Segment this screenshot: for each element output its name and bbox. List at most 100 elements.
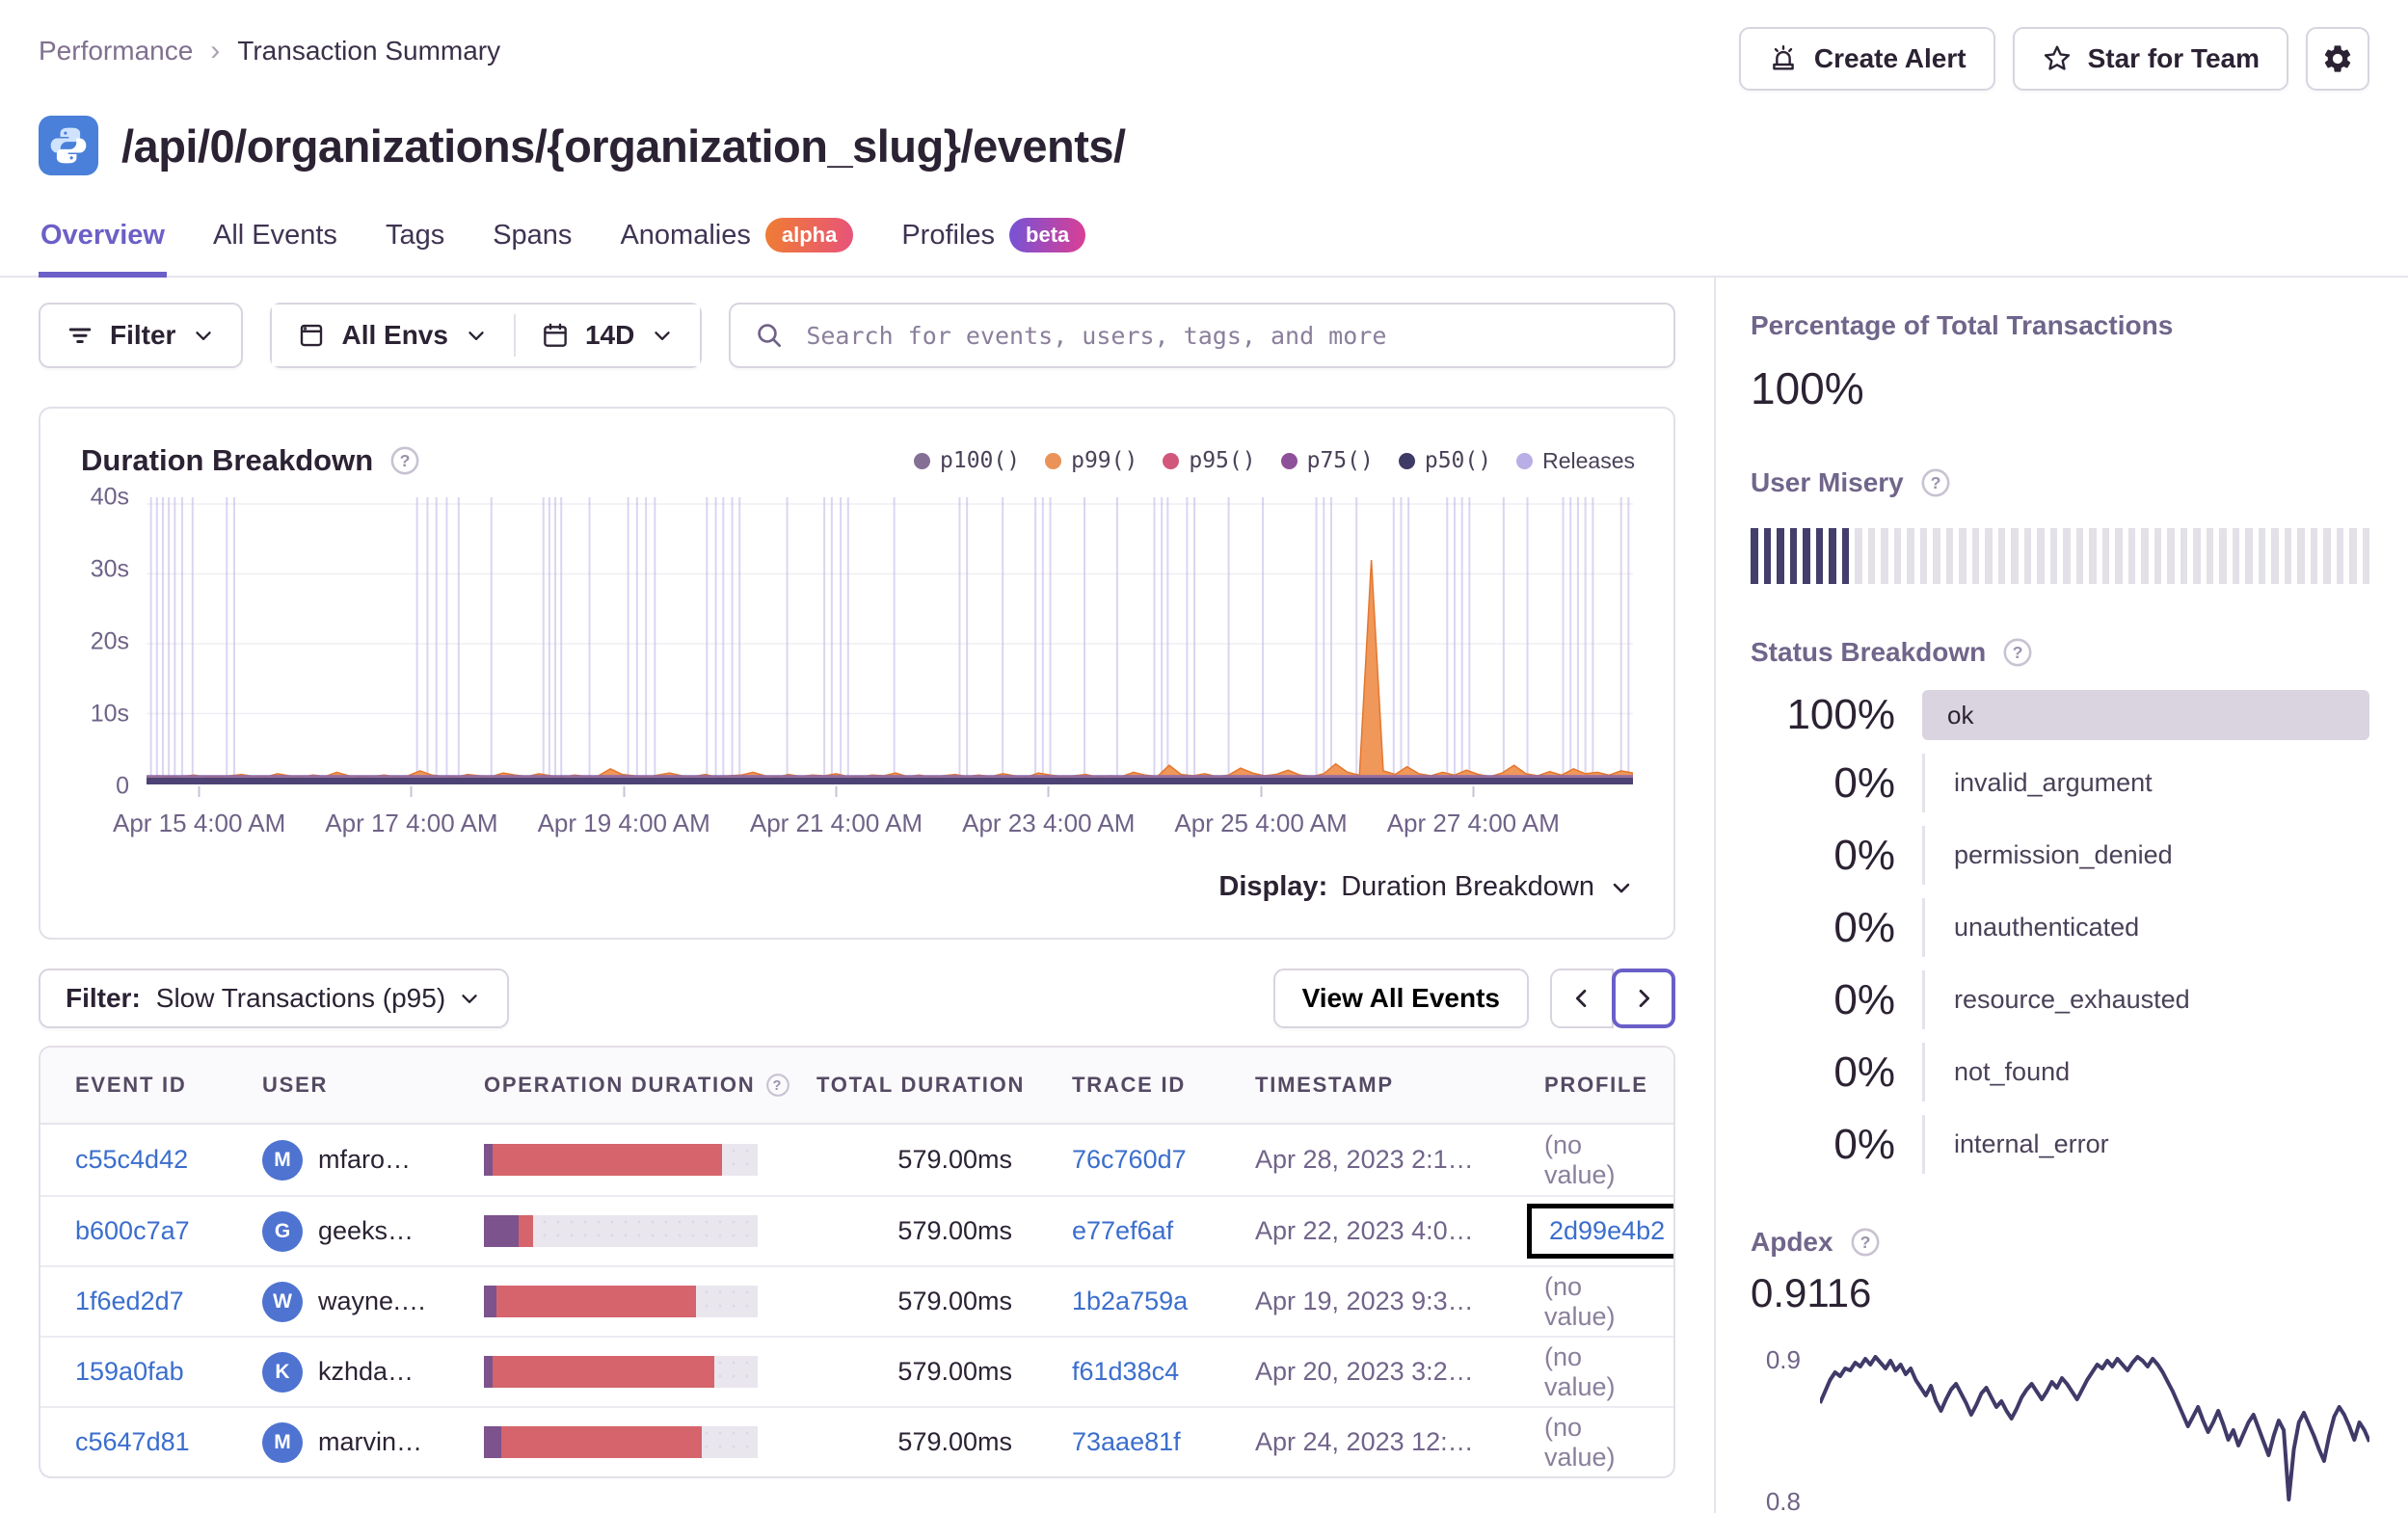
status-row-not_found: 0% not_found <box>1751 1043 2369 1102</box>
tab-overview[interactable]: Overview <box>39 212 167 279</box>
user-misery-score-bar[interactable] <box>1751 528 2369 585</box>
event-id-link[interactable]: 159a0fab <box>75 1357 184 1386</box>
event-id-link[interactable]: 1f6ed2d7 <box>75 1287 184 1315</box>
date-range-dropdown[interactable]: 14D <box>515 305 701 367</box>
apdex-heading: Apdex ? <box>1751 1226 2369 1259</box>
misery-tick <box>2101 528 2109 585</box>
status-row-unauthenticated: 0% unauthenticated <box>1751 898 2369 958</box>
op-segment-http <box>501 1426 702 1459</box>
siren-icon <box>1768 43 1799 74</box>
user-name: kzhda… <box>318 1357 415 1387</box>
user-cell: Kkzhda… <box>262 1351 484 1393</box>
apdex-sparkline-plot <box>1820 1330 2369 1513</box>
status-percentage: 0% <box>1833 975 1895 1023</box>
star-for-team-button[interactable]: Star for Team <box>2012 27 2288 91</box>
chevron-right-icon <box>1630 985 1657 1012</box>
event-id-link[interactable]: b600c7a7 <box>75 1216 190 1245</box>
python-platform-icon <box>39 116 98 175</box>
trace-id-link[interactable]: e77ef6af <box>1072 1216 1173 1245</box>
operation-duration-bar <box>484 1426 758 1459</box>
breadcrumb-transaction-summary: Transaction Summary <box>237 36 501 66</box>
event-id-cell: c5647d81 <box>75 1427 262 1457</box>
x-axis-labels: Apr 15 4:00 AM Apr 17 4:00 AM Apr 19 4:00 … <box>93 786 1579 838</box>
tab-tags[interactable]: Tags <box>384 212 446 278</box>
x-axis-tick-label: Apr 25 4:00 AM <box>1155 786 1367 838</box>
tab-profiles[interactable]: Profiles beta <box>899 212 1087 278</box>
total-duration-cell: 579.00ms <box>897 1427 1012 1457</box>
profile-no-value: (no value) <box>1544 1271 1616 1331</box>
breadcrumb-performance[interactable]: Performance <box>39 36 193 66</box>
column-header-trace-id: Trace ID <box>1072 1073 1255 1098</box>
display-dropdown[interactable]: Duration Breakdown <box>1341 871 1594 903</box>
status-label: invalid_argument <box>1922 754 2369 813</box>
create-alert-button[interactable]: Create Alert <box>1738 27 1995 91</box>
settings-button[interactable] <box>2306 27 2369 91</box>
previous-page-button[interactable] <box>1550 969 1614 1029</box>
total-duration-cell: 579.00ms <box>897 1145 1012 1175</box>
trace-id-cell: 1b2a759a <box>1072 1287 1255 1316</box>
legend-dot <box>1163 452 1180 469</box>
help-icon[interactable]: ? <box>764 1072 791 1099</box>
help-icon[interactable]: ? <box>388 444 421 477</box>
y-axis-tick-label: 10s <box>90 700 129 728</box>
trace-id-link[interactable]: 73aae81f <box>1072 1427 1181 1456</box>
trace-id-link[interactable]: 1b2a759a <box>1072 1287 1188 1315</box>
avatar: M <box>262 1421 303 1463</box>
next-page-button[interactable] <box>1612 969 1675 1029</box>
tab-anomalies[interactable]: Anomalies alpha <box>618 212 855 278</box>
misery-tick <box>2219 528 2227 585</box>
status-breakdown-section: Status Breakdown ? 100% ok 0% invalid_argum… <box>1751 636 2369 1175</box>
total-transactions-section: Percentage of Total Transactions 100% <box>1751 310 2369 414</box>
apdex-y-labels: 0.9 0.8 <box>1765 1345 1801 1513</box>
op-segment-http <box>495 1286 697 1318</box>
help-icon[interactable]: ? <box>2001 636 2034 669</box>
legend-item-p95[interactable]: p95() <box>1163 448 1256 473</box>
trace-id-link[interactable]: f61d38c4 <box>1072 1357 1179 1386</box>
top-bar: Performance › Transaction Summary Create… <box>0 0 2408 91</box>
misery-tick <box>1907 528 1914 585</box>
profile-no-value: (no value) <box>1544 1341 1616 1401</box>
y-axis-tick-label: 40s <box>90 483 129 511</box>
profile-id-link[interactable]: 2d99e4b2 <box>1549 1216 1665 1245</box>
column-header-total-duration: Total Duration <box>816 1073 1072 1098</box>
transactions-filter-dropdown[interactable]: Filter: Slow Transactions (p95) <box>39 969 510 1029</box>
search-input[interactable] <box>804 320 1650 351</box>
tab-spans[interactable]: Spans <box>491 212 574 278</box>
page-title: /api/0/organizations/{organization_slug}… <box>121 119 1126 172</box>
status-label: permission_denied <box>1922 826 2369 886</box>
display-label: Display: <box>1218 871 1328 903</box>
view-all-events-button[interactable]: View All Events <box>1272 969 1529 1029</box>
legend-item-p100[interactable]: p100() <box>914 448 1020 473</box>
chart-legend: p100() p99() p95() p75() p50() Releases <box>914 448 1635 474</box>
main-column: Filter All Envs 14D Search for events, u… <box>0 278 1714 1513</box>
tab-all-events[interactable]: All Events <box>211 212 339 278</box>
misery-tick <box>1945 528 1953 585</box>
operation-duration-cell <box>484 1286 816 1318</box>
trace-id-link[interactable]: 76c760d7 <box>1072 1145 1187 1174</box>
op-segment-http <box>492 1144 723 1177</box>
status-row-invalid_argument: 0% invalid_argument <box>1751 754 2369 813</box>
column-header-label: Profile <box>1544 1073 1648 1098</box>
chart-plot-area[interactable] <box>147 497 1633 786</box>
event-id-link[interactable]: c5647d81 <box>75 1427 190 1456</box>
header-actions: Create Alert Star for Team <box>1738 27 2369 91</box>
help-icon[interactable]: ? <box>1849 1226 1882 1259</box>
environment-dropdown[interactable]: All Envs <box>272 305 514 367</box>
legend-item-p99[interactable]: p99() <box>1045 448 1137 473</box>
filter-dropdown[interactable]: Filter <box>39 303 244 369</box>
help-icon[interactable]: ? <box>1919 466 1952 499</box>
misery-tick <box>2310 528 2317 585</box>
misery-tick <box>2154 528 2161 585</box>
gear-icon <box>2321 42 2354 75</box>
legend-item-p50[interactable]: p50() <box>1398 448 1491 473</box>
pagination <box>1550 969 1675 1029</box>
legend-dot <box>914 452 931 469</box>
svg-text:?: ? <box>2013 643 2023 662</box>
status-percentage: 100% <box>1786 691 1895 739</box>
event-id-link[interactable]: c55c4d42 <box>75 1145 188 1174</box>
legend-item-Releases[interactable]: Releases <box>1516 448 1635 474</box>
status-percentage: 0% <box>1833 758 1895 807</box>
duration-breakdown-panel: Duration Breakdown ? p100() p99() p95() p75… <box>39 407 1675 941</box>
total-duration-cell: 579.00ms <box>897 1287 1012 1316</box>
legend-item-p75[interactable]: p75() <box>1280 448 1374 473</box>
